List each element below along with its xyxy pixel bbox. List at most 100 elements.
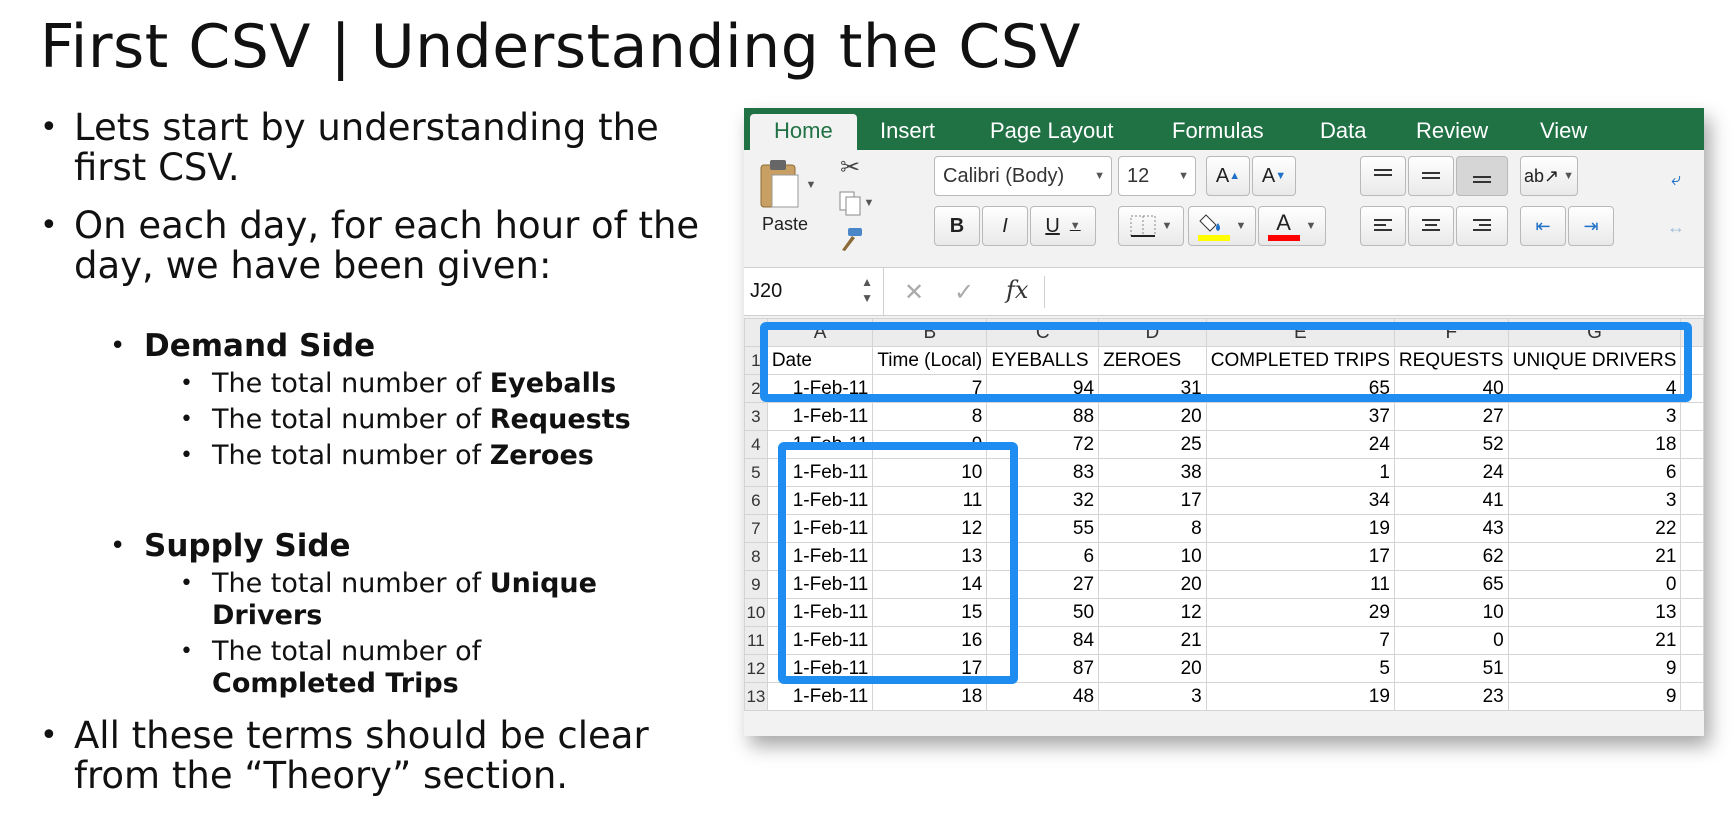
align-left-button[interactable] [1360, 206, 1406, 246]
column-header-d[interactable]: D [1098, 318, 1207, 347]
tab-page-layout[interactable]: Page Layout [990, 114, 1114, 150]
table-cell[interactable]: 25 [1098, 430, 1207, 459]
header-cell[interactable]: EYEBALLS [986, 346, 1100, 375]
table-cell[interactable]: 65 [1393, 570, 1509, 599]
copy-icon[interactable]: ▼ [834, 188, 878, 218]
font-size-dropdown[interactable]: 12 ▼ [1118, 156, 1196, 196]
table-cell[interactable]: 51 [1393, 654, 1509, 683]
empty-cell[interactable] [1680, 514, 1704, 543]
row-header[interactable]: 9 [744, 570, 768, 599]
empty-cell[interactable] [1680, 626, 1704, 655]
table-cell[interactable]: 1-Feb-11 [766, 486, 874, 515]
row-header[interactable]: 2 [744, 374, 768, 403]
table-cell[interactable]: 20 [1098, 654, 1207, 683]
table-cell[interactable]: 1-Feb-11 [766, 430, 874, 459]
borders-button[interactable]: ▼ [1118, 206, 1184, 246]
increase-indent-button[interactable]: ⇥ [1568, 206, 1614, 246]
table-cell[interactable]: 41 [1393, 486, 1509, 515]
row-header[interactable]: 13 [744, 682, 768, 711]
table-cell[interactable]: 87 [986, 654, 1100, 683]
table-cell[interactable]: 50 [986, 598, 1100, 627]
column-header-g[interactable]: G [1507, 318, 1682, 347]
tab-insert[interactable]: Insert [880, 114, 935, 150]
table-cell[interactable]: 1-Feb-11 [766, 514, 874, 543]
table-cell[interactable]: 94 [986, 374, 1100, 403]
empty-cell[interactable] [1680, 402, 1704, 431]
table-cell[interactable]: 12 [1098, 598, 1207, 627]
table-cell[interactable]: 21 [1098, 626, 1207, 655]
table-cell[interactable]: 11 [872, 486, 988, 515]
font-color-button[interactable]: A ▼ [1258, 206, 1326, 246]
column-header-b[interactable]: B [872, 318, 988, 347]
table-cell[interactable]: 7 [1205, 626, 1395, 655]
empty-cell[interactable] [1680, 570, 1704, 599]
table-cell[interactable]: 1-Feb-11 [766, 542, 874, 571]
table-cell[interactable]: 65 [1205, 374, 1395, 403]
empty-cell[interactable] [1680, 598, 1704, 627]
table-cell[interactable]: 7 [872, 374, 988, 403]
table-cell[interactable]: 8 [1098, 514, 1207, 543]
table-cell[interactable]: 17 [1098, 486, 1207, 515]
empty-cell[interactable] [1680, 430, 1704, 459]
align-top-button[interactable] [1360, 156, 1406, 196]
table-cell[interactable]: 11 [1205, 570, 1395, 599]
copy-dropdown-icon[interactable]: ▼ [864, 197, 875, 209]
table-cell[interactable]: 27 [1393, 402, 1509, 431]
align-right-button[interactable] [1456, 206, 1508, 246]
paste-button[interactable]: ▼ [754, 156, 820, 214]
table-cell[interactable]: 13 [872, 542, 988, 571]
table-cell[interactable]: 27 [986, 570, 1100, 599]
table-cell[interactable]: 21 [1507, 542, 1682, 571]
table-cell[interactable]: 4 [1507, 374, 1682, 403]
header-cell[interactable]: REQUESTS [1393, 346, 1509, 375]
empty-cell[interactable] [1680, 346, 1704, 375]
table-cell[interactable]: 48 [986, 682, 1100, 711]
table-cell[interactable]: 0 [1393, 626, 1509, 655]
row-header[interactable]: 3 [744, 402, 768, 431]
select-all-corner[interactable] [744, 318, 768, 347]
table-cell[interactable]: 22 [1507, 514, 1682, 543]
fx-icon[interactable]: fx [1006, 276, 1028, 304]
row-header[interactable]: 7 [744, 514, 768, 543]
table-cell[interactable]: 9 [1507, 654, 1682, 683]
align-middle-button[interactable] [1408, 156, 1454, 196]
grow-font-button[interactable]: A ▲ [1206, 156, 1250, 196]
table-cell[interactable]: 1-Feb-11 [766, 682, 874, 711]
empty-cell[interactable] [1680, 654, 1704, 683]
paste-dropdown-icon[interactable]: ▼ [806, 179, 817, 191]
name-box[interactable]: J20 ▲ ▼ [744, 268, 884, 316]
align-bottom-button[interactable] [1456, 156, 1508, 196]
table-cell[interactable]: 14 [872, 570, 988, 599]
table-cell[interactable]: 10 [1098, 542, 1207, 571]
table-cell[interactable]: 1 [1205, 458, 1395, 487]
table-cell[interactable]: 1-Feb-11 [766, 626, 874, 655]
table-cell[interactable]: 3 [1507, 486, 1682, 515]
table-cell[interactable]: 62 [1393, 542, 1509, 571]
table-cell[interactable]: 12 [872, 514, 988, 543]
table-cell[interactable]: 5 [1205, 654, 1395, 683]
fill-color-button[interactable]: ▼ [1188, 206, 1256, 246]
table-cell[interactable]: 24 [1205, 430, 1395, 459]
empty-cell[interactable] [1680, 682, 1704, 711]
table-cell[interactable]: 18 [872, 682, 988, 711]
tab-review[interactable]: Review [1416, 114, 1488, 150]
table-cell[interactable]: 88 [986, 402, 1100, 431]
formula-input[interactable] [1044, 276, 1694, 308]
shrink-font-button[interactable]: A ▼ [1252, 156, 1296, 196]
column-header-c[interactable]: C [986, 318, 1100, 347]
empty-cell[interactable] [1680, 542, 1704, 571]
empty-cell[interactable] [1680, 458, 1704, 487]
format-painter-icon[interactable] [834, 224, 866, 254]
table-cell[interactable]: 40 [1393, 374, 1509, 403]
table-cell[interactable]: 20 [1098, 402, 1207, 431]
table-cell[interactable]: 84 [986, 626, 1100, 655]
table-cell[interactable]: 1-Feb-11 [766, 402, 874, 431]
table-cell[interactable]: 38 [1098, 458, 1207, 487]
align-center-button[interactable] [1408, 206, 1454, 246]
tab-data[interactable]: Data [1320, 114, 1366, 150]
table-cell[interactable]: 31 [1098, 374, 1207, 403]
table-cell[interactable]: 1-Feb-11 [766, 570, 874, 599]
merge-cells-icon[interactable]: ↔ [1656, 212, 1696, 242]
table-cell[interactable]: 10 [1393, 598, 1509, 627]
table-cell[interactable]: 8 [872, 402, 988, 431]
